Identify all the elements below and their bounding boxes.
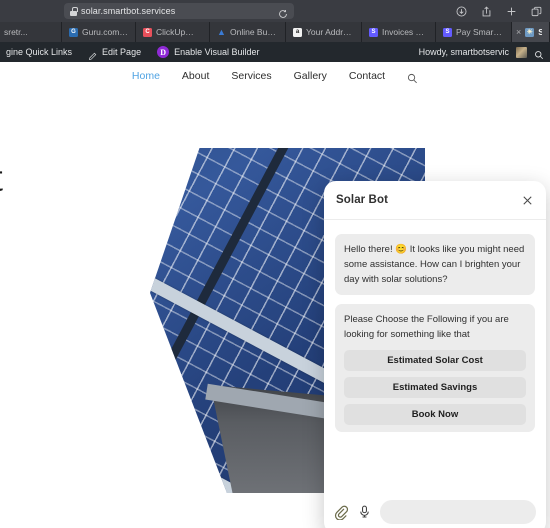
howdy-label: Howdy, smartbotservic bbox=[418, 47, 509, 57]
search-icon[interactable] bbox=[407, 71, 418, 83]
edit-page-label: Edit Page bbox=[102, 47, 142, 57]
pencil-icon bbox=[88, 48, 97, 60]
page-viewport: Home About Services Gallery Contact ht e… bbox=[0, 62, 550, 528]
tab-close-icon[interactable]: × bbox=[516, 27, 521, 37]
hero-paragraph-line: ed to meet your bbox=[0, 267, 92, 288]
chat-quick-replies: Estimated Solar Cost Estimated Savings B… bbox=[344, 350, 526, 425]
address-bar[interactable]: solar.smartbot.services bbox=[64, 3, 294, 19]
page-title: ht bbox=[0, 154, 3, 202]
browser-tab[interactable]: ▲ Online Busin... bbox=[210, 22, 286, 42]
tab-label: Guru.com -... bbox=[82, 27, 128, 37]
browser-tab[interactable]: S Invoices – S... bbox=[362, 22, 436, 42]
nav-item-home[interactable]: Home bbox=[132, 70, 160, 82]
chat-composer bbox=[324, 490, 546, 528]
tab-strip: sretr... G Guru.com -... C ClickUp™ |...… bbox=[0, 22, 550, 42]
close-icon[interactable] bbox=[521, 194, 534, 207]
address-bar-url: solar.smartbot.services bbox=[81, 6, 176, 16]
paperclip-icon[interactable] bbox=[334, 505, 349, 521]
browser-tab[interactable]: a Your Addres... bbox=[286, 22, 362, 42]
nav-item-services[interactable]: Services bbox=[231, 70, 271, 82]
wordpress-admin-bar: gine Quick Links Edit Page D Enable Visu… bbox=[0, 42, 550, 62]
chat-widget: Solar Bot Hello there! 😊 It looks like y… bbox=[324, 181, 546, 528]
chat-input[interactable] bbox=[380, 500, 536, 524]
tab-overview-icon[interactable] bbox=[531, 6, 542, 17]
visual-builder-label: Enable Visual Builder bbox=[174, 47, 260, 57]
toolbar-icon-group bbox=[456, 0, 542, 22]
stripe-favicon: S bbox=[443, 27, 452, 37]
tab-label: ClickUp™ |... bbox=[156, 27, 202, 37]
guru-favicon: G bbox=[69, 27, 78, 37]
solarbright-favicon: ☀ bbox=[525, 27, 535, 37]
site-navigation: Home About Services Gallery Contact bbox=[0, 62, 550, 90]
divi-badge-icon: D bbox=[157, 46, 170, 58]
browser-toolbar: solar.smartbot.services bbox=[0, 0, 550, 22]
tab-label: Your Addres... bbox=[306, 27, 354, 37]
tab-label: Invoices – S... bbox=[382, 27, 428, 37]
tab-label: Online Busin... bbox=[230, 27, 278, 37]
lock-icon bbox=[70, 6, 78, 16]
quick-reply-estimated-savings[interactable]: Estimated Savings bbox=[344, 377, 526, 398]
download-icon[interactable] bbox=[456, 6, 467, 17]
browser-chrome: solar.smartbot.services sretr... G Guru.… bbox=[0, 0, 550, 62]
hero-paragraph: ed to meet your d protecting the bbox=[0, 267, 92, 309]
quick-reply-estimated-solar-cost[interactable]: Estimated Solar Cost bbox=[344, 350, 526, 371]
nav-item-contact[interactable]: Contact bbox=[349, 70, 385, 82]
chat-title: Solar Bot bbox=[336, 194, 389, 206]
avatar bbox=[516, 46, 527, 58]
clickup-favicon: C bbox=[143, 27, 152, 37]
chat-message-bot: Hello there! 😊 It looks like you might n… bbox=[335, 234, 535, 295]
browser-tab[interactable]: G Guru.com -... bbox=[62, 22, 136, 42]
quick-reply-book-now[interactable]: Book Now bbox=[344, 404, 526, 425]
admin-bar-edit-page[interactable]: Edit Page bbox=[88, 47, 142, 60]
share-icon[interactable] bbox=[481, 5, 492, 17]
admin-bar-quick-links[interactable]: gine Quick Links bbox=[6, 47, 72, 57]
chat-header: Solar Bot bbox=[324, 181, 546, 220]
online-business-favicon: ▲ bbox=[217, 27, 226, 37]
search-icon[interactable] bbox=[534, 47, 544, 60]
browser-tab[interactable]: C ClickUp™ |... bbox=[136, 22, 210, 42]
tab-label: sretr... bbox=[4, 27, 28, 37]
hero-paragraph-line: d protecting the bbox=[0, 288, 92, 309]
stripe-favicon: S bbox=[369, 27, 378, 37]
browser-tab[interactable]: sretr... bbox=[0, 22, 62, 42]
admin-bar-visual-builder[interactable]: D Enable Visual Builder bbox=[157, 46, 259, 58]
tab-label: Pay Smarter... bbox=[456, 27, 504, 37]
quick-links-label: gine Quick Links bbox=[6, 47, 73, 57]
nav-item-about[interactable]: About bbox=[182, 70, 209, 82]
chat-message-list: Hello there! 😊 It looks like you might n… bbox=[324, 220, 546, 490]
browser-tab-active[interactable]: × ☀ SolarBright... bbox=[512, 22, 550, 42]
browser-tab[interactable]: S Pay Smarter... bbox=[436, 22, 512, 42]
amazon-favicon: a bbox=[293, 27, 302, 37]
reload-icon[interactable] bbox=[278, 6, 288, 18]
nav-item-gallery[interactable]: Gallery bbox=[294, 70, 327, 82]
chat-message-options: Please Choose the Following if you are l… bbox=[335, 304, 535, 432]
admin-bar-account[interactable]: Howdy, smartbotservic bbox=[419, 42, 544, 62]
microphone-icon[interactable] bbox=[358, 505, 371, 520]
chat-options-prompt: Please Choose the Following if you are l… bbox=[344, 314, 509, 340]
tab-label: SolarBright... bbox=[538, 27, 542, 37]
new-tab-icon[interactable] bbox=[506, 6, 517, 17]
